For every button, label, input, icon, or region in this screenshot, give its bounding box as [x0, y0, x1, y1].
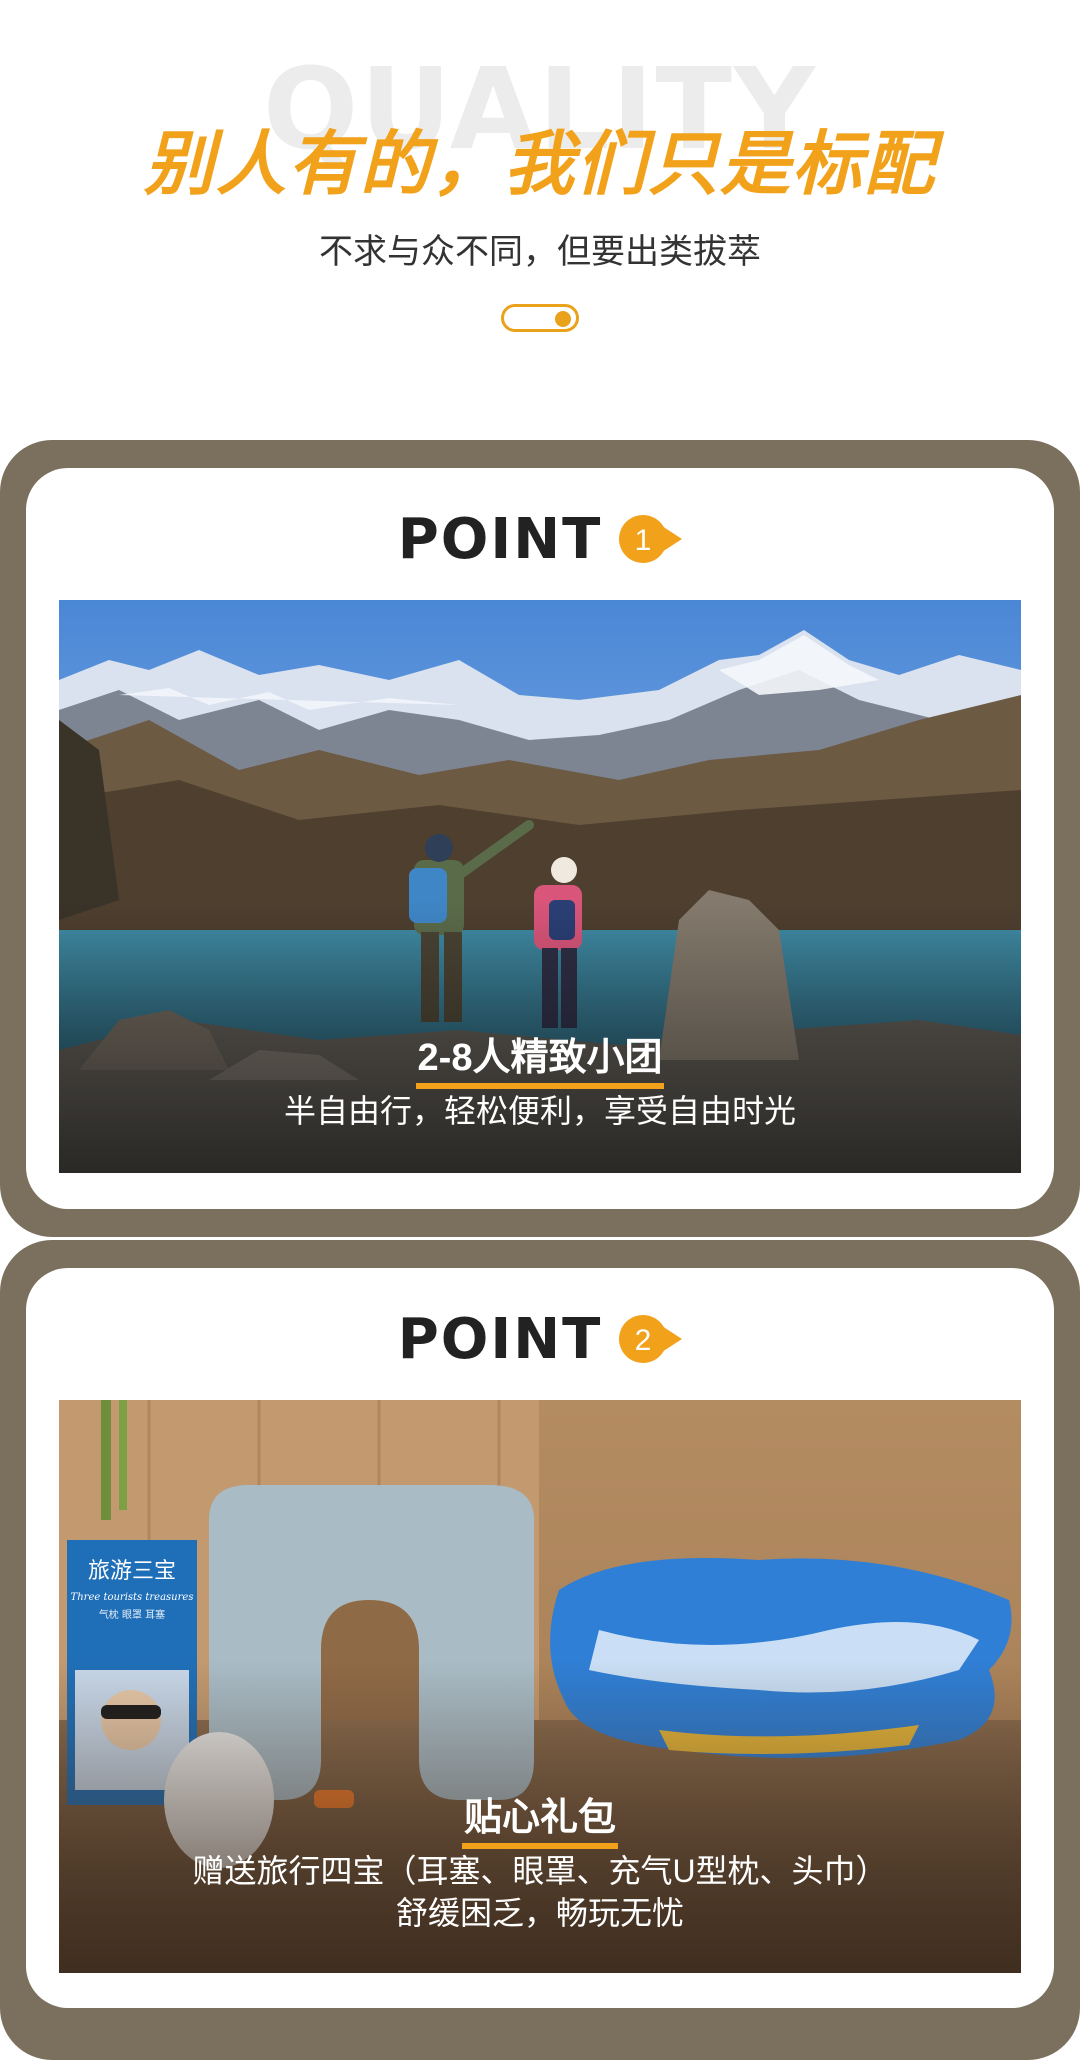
point-1-caption-title: 2-8人精致小团 [59, 1026, 1021, 1089]
point-heading-2: POINT 2 [26, 1304, 1054, 1374]
point-card-1-inner: POINT 1 2-8人精致小团 半自由行，轻松便利，享受自由时光 [26, 468, 1054, 1209]
number-badge-icon: 2 [618, 1314, 683, 1364]
page-subtitle: 不求与众不同，但要出类拔萃 [319, 233, 761, 271]
toggle-knob [555, 311, 571, 327]
point-2-caption-text: 赠送旅行四宝（耳塞、眼罩、充气U型枕、头巾） 舒缓困乏，畅玩无忧 [59, 1850, 1021, 1934]
point-label: POINT [397, 1306, 603, 1372]
point-2-caption-title: 贴心礼包 [59, 1786, 1021, 1849]
package-title: 旅游三宝 [88, 1559, 176, 1584]
page-title: 别人有的，我们只是标配 [144, 123, 936, 205]
caption-line: 半自由行，轻松便利，享受自由时光 [283, 1093, 796, 1129]
package-subtitle: Three tourists treasures [71, 1592, 194, 1603]
point-2-photo: 旅游三宝 Three tourists treasures 气枕 眼罩 耳塞 贴… [59, 1400, 1021, 1973]
package-items: 气枕 眼罩 耳塞 [99, 1608, 165, 1621]
caption-line: 赠送旅行四宝（耳塞、眼罩、充气U型枕、头巾） [192, 1853, 888, 1889]
point-card-1: POINT 1 2-8人精致小团 半自由行，轻松便利，享受自由时光 [0, 440, 1080, 1237]
point-1-photo: 2-8人精致小团 半自由行，轻松便利，享受自由时光 [59, 600, 1021, 1173]
badge-number: 1 [635, 524, 652, 557]
number-badge-icon: 1 [618, 514, 683, 564]
caption-line: 舒缓困乏，畅玩无忧 [395, 1895, 684, 1931]
point-1-caption-text: 半自由行，轻松便利，享受自由时光 [59, 1090, 1021, 1132]
toggle-decoration [501, 304, 579, 332]
caption-title-text: 贴心礼包 [461, 1786, 619, 1849]
point-card-2-inner: POINT 2 旅游三宝 Three tourists treasures 气枕… [26, 1268, 1054, 2008]
header-section: QUALITY 别人有的，我们只是标配 不求与众不同，但要出类拔萃 [0, 0, 1080, 400]
point-card-2: POINT 2 旅游三宝 Three tourists treasures 气枕… [0, 1240, 1080, 2060]
point-heading-1: POINT 1 [26, 504, 1054, 574]
caption-title-text: 2-8人精致小团 [415, 1026, 665, 1089]
point-label: POINT [397, 506, 603, 572]
badge-number: 2 [635, 1324, 652, 1357]
